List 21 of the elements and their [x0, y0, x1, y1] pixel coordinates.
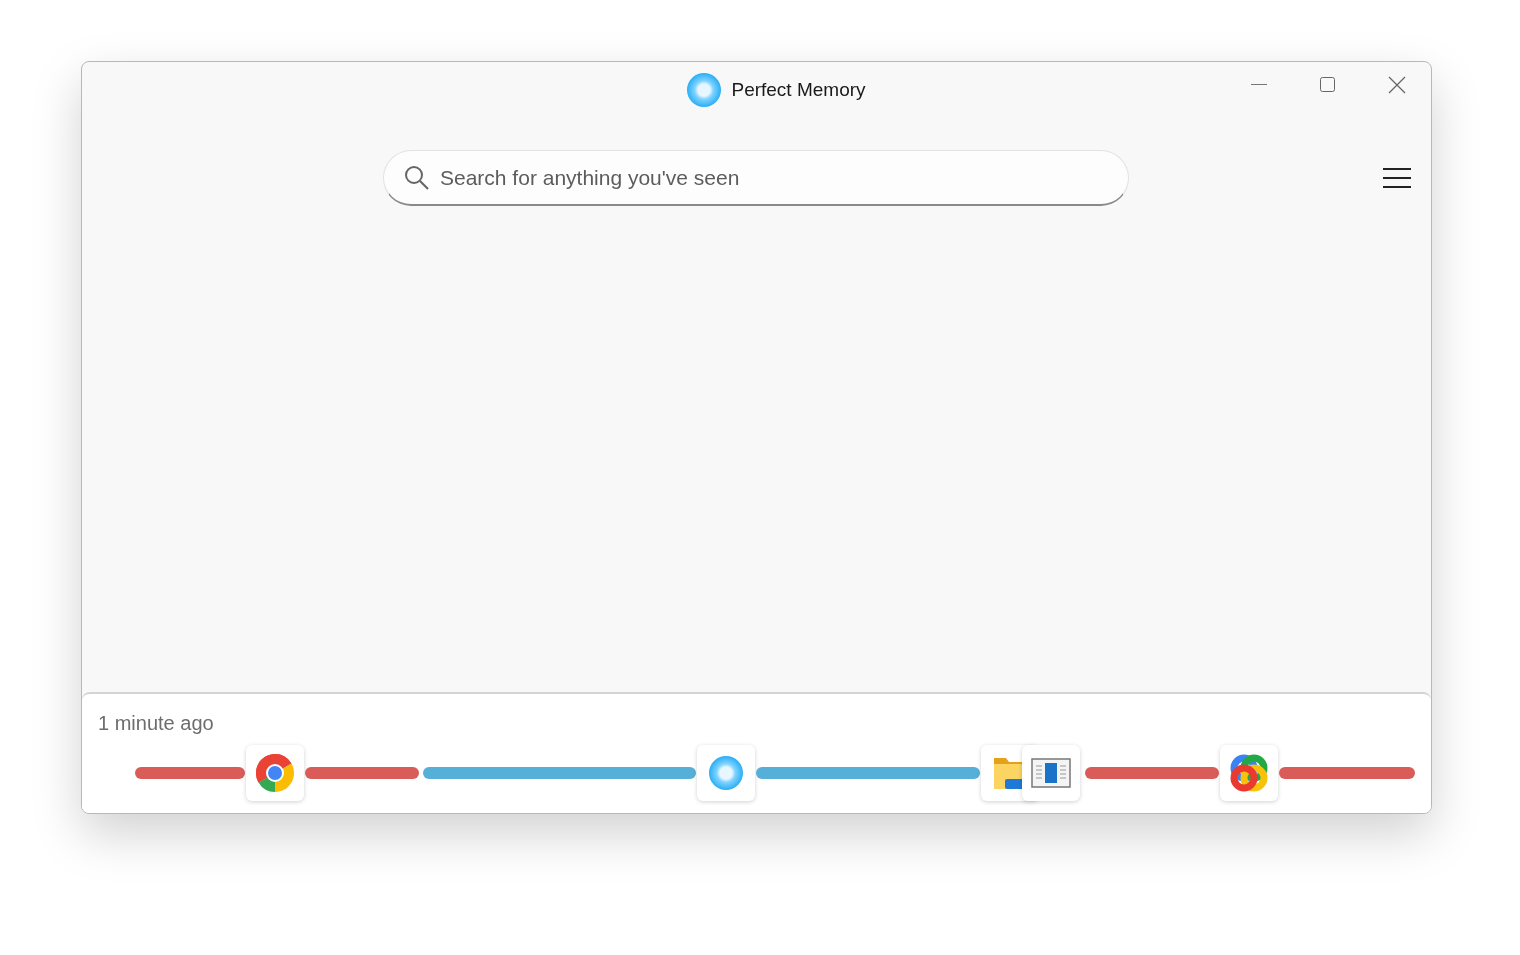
search-input[interactable]: Search for anything you've seen — [438, 164, 1128, 191]
maximize-icon — [1319, 77, 1336, 93]
app-icon — [709, 756, 743, 790]
menu-button[interactable] — [1381, 165, 1413, 191]
app-marker[interactable] — [246, 745, 304, 801]
close-icon — [1387, 76, 1406, 94]
menu-icon — [1382, 167, 1412, 189]
app-marker[interactable] — [697, 745, 755, 801]
browser-icon — [255, 753, 295, 793]
timeline-segment[interactable] — [135, 767, 245, 779]
time-label: 1 minute ago — [98, 712, 215, 735]
app-icon — [1230, 754, 1268, 792]
timeline-segment[interactable] — [305, 767, 419, 779]
window-title: Perfect Memory — [731, 79, 866, 101]
minimize-icon — [1250, 84, 1267, 86]
logo-icon — [687, 73, 722, 107]
window-icon — [1031, 758, 1071, 788]
app-marker[interactable] — [1220, 745, 1278, 801]
app-marker[interactable] — [1022, 745, 1080, 801]
search-field[interactable]: Search for anything you've seen — [383, 150, 1129, 206]
search-icon — [404, 164, 430, 191]
